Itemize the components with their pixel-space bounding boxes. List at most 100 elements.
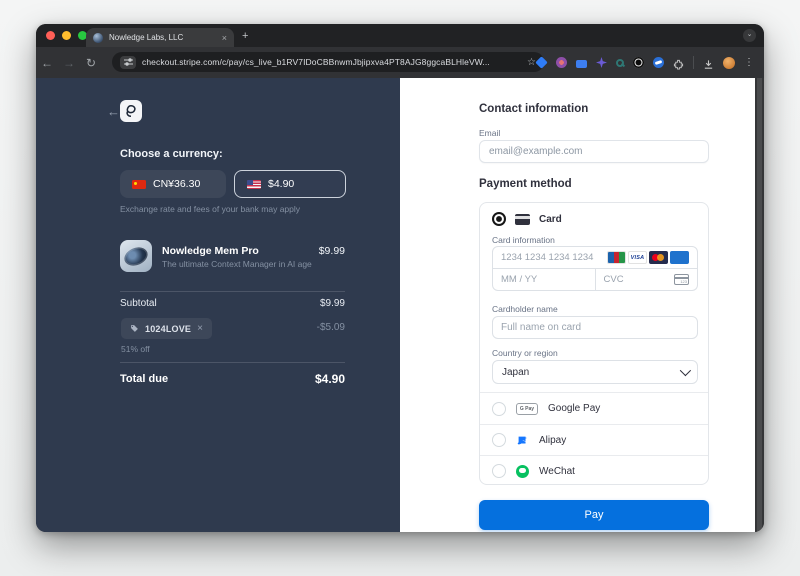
tab-title: Nowledge Labs, LLC: [109, 33, 184, 42]
minimize-window-button[interactable]: [62, 31, 71, 40]
extension-search-icon[interactable]: [616, 58, 624, 67]
wechat-option-row[interactable]: WeChat: [480, 455, 708, 486]
cvc-field[interactable]: CVC: [594, 268, 698, 290]
expiry-field[interactable]: MM / YY: [493, 268, 595, 290]
site-settings-icon[interactable]: [120, 55, 136, 69]
product-icon: [120, 240, 152, 272]
chevron-down-icon: [679, 364, 692, 377]
extension-dark-circle-icon[interactable]: [633, 57, 644, 68]
traffic-lights: [46, 31, 87, 40]
coupon-discount-value: -$5.09: [316, 322, 345, 333]
tab-favicon-icon: [93, 32, 103, 43]
email-label: Email: [479, 128, 501, 138]
wechat-radio[interactable]: [492, 464, 506, 478]
payment-form-panel: Contact information Email Payment method…: [400, 78, 755, 532]
jcb-brand-icon: [607, 251, 626, 264]
toolbar-divider: [693, 56, 694, 69]
browser-toolbar: ← → ↻ checkout.stripe.com/c/pay/cs_live_…: [36, 47, 764, 78]
us-flag-icon: [247, 179, 261, 189]
currency-cny-label: CN¥36.30: [153, 178, 201, 190]
product-name: Nowledge Mem Pro: [162, 245, 259, 257]
page-scrollbar[interactable]: [755, 78, 764, 532]
currency-usd-label: $4.90: [268, 178, 295, 190]
extension-globe-icon[interactable]: [653, 57, 664, 68]
card-radio-selected[interactable]: [492, 212, 506, 226]
card-option-label: Card: [539, 213, 562, 225]
email-input[interactable]: [479, 140, 709, 163]
address-bar[interactable]: checkout.stripe.com/c/pay/cs_live_b1RV7I…: [112, 52, 544, 72]
tag-icon: [131, 325, 138, 332]
total-due-value: $4.90: [314, 372, 345, 386]
forward-button[interactable]: →: [58, 56, 80, 70]
google-pay-option-row[interactable]: G Pay Google Pay: [480, 392, 708, 424]
back-button[interactable]: ←: [36, 56, 58, 70]
payment-method-heading: Payment method: [479, 178, 572, 190]
google-pay-icon: G Pay: [516, 402, 538, 415]
extensions-row: ⋮: [535, 47, 754, 78]
card-number-placeholder: 1234 1234 1234 1234: [501, 252, 594, 263]
cardholder-name-label: Cardholder name: [492, 304, 558, 314]
visa-brand-icon: VISA: [628, 251, 647, 264]
mastercard-brand-icon: [649, 251, 668, 264]
alipay-label: Alipay: [539, 434, 567, 446]
new-tab-button[interactable]: +: [242, 30, 248, 42]
back-to-merchant-button[interactable]: ←: [107, 104, 120, 119]
coupon-code: 1024LOVE: [145, 323, 192, 334]
subtotal-label: Subtotal: [120, 298, 157, 309]
currency-option-usd[interactable]: $4.90: [234, 170, 346, 198]
china-flag-icon: [132, 179, 146, 189]
checkout-page: ← Choose a currency: CN¥36.30 $4.90 Exch…: [36, 78, 764, 532]
extensions-puzzle-icon[interactable]: [673, 57, 684, 70]
card-number-field[interactable]: 1234 1234 1234 1234 VISA: [492, 246, 698, 269]
alipay-option-row[interactable]: Alipay: [480, 424, 708, 455]
total-due-label: Total due: [120, 373, 169, 385]
profile-avatar[interactable]: [723, 56, 735, 69]
reload-button[interactable]: ↻: [80, 56, 102, 70]
extension-flower-icon[interactable]: [556, 57, 567, 68]
card-icon: [515, 213, 530, 225]
alipay-radio[interactable]: [492, 433, 506, 447]
wechat-icon: [516, 464, 529, 478]
alipay-icon: [517, 436, 527, 444]
cvc-placeholder: CVC: [603, 273, 624, 285]
country-select[interactable]: Japan: [492, 360, 698, 384]
country-label: Country or region: [492, 348, 558, 358]
google-pay-radio[interactable]: [492, 401, 506, 416]
payment-method-accordion: Card Card information 1234 1234 1234 123…: [479, 202, 709, 485]
product-price: $9.99: [318, 245, 345, 257]
coupon-chip[interactable]: 1024LOVE ×: [121, 318, 212, 339]
pay-button[interactable]: Pay: [479, 500, 709, 530]
extension-spark-icon[interactable]: [596, 57, 607, 68]
order-summary-panel: ← Choose a currency: CN¥36.30 $4.90 Exch…: [36, 78, 400, 532]
expiry-cvc-row: MM / YY CVC: [492, 268, 698, 291]
extension-rectangle-icon[interactable]: [576, 59, 587, 68]
card-information-label: Card information: [492, 235, 555, 245]
browser-menu-icon[interactable]: ⋮: [744, 57, 754, 68]
subtotal-value: $9.99: [319, 298, 345, 309]
card-option-row[interactable]: Card: [492, 212, 562, 226]
browser-window: Nowledge Labs, LLC × + ⌄ ← → ↻ checkout.…: [36, 24, 764, 532]
exchange-rate-note: Exchange rate and fees of your bank may …: [120, 204, 301, 214]
cardholder-name-input[interactable]: [492, 316, 698, 339]
downloads-icon[interactable]: [703, 57, 714, 69]
remove-coupon-icon[interactable]: ×: [197, 323, 203, 334]
coupon-percent-note: 51% off: [121, 344, 150, 354]
close-window-button[interactable]: [46, 31, 55, 40]
url-text: checkout.stripe.com/c/pay/cs_live_b1RV7I…: [142, 57, 490, 67]
google-pay-label: Google Pay: [548, 403, 601, 414]
cvc-card-icon: [674, 273, 689, 285]
summary-divider: [120, 291, 345, 292]
extension-diamond-icon[interactable]: [535, 56, 548, 69]
tab-close-icon[interactable]: ×: [222, 33, 227, 43]
summary-divider-2: [120, 362, 345, 363]
country-value: Japan: [502, 366, 530, 378]
wechat-label: WeChat: [539, 465, 575, 477]
product-description: The ultimate Context Manager in AI age: [162, 259, 312, 269]
choose-currency-label: Choose a currency:: [120, 148, 223, 160]
merchant-logo: [120, 100, 142, 122]
product-swirl-graphic: [121, 243, 151, 269]
expiry-placeholder: MM / YY: [501, 273, 538, 285]
browser-tab[interactable]: Nowledge Labs, LLC ×: [86, 28, 234, 47]
currency-option-cny[interactable]: CN¥36.30: [120, 170, 226, 198]
tab-search-chevron-icon[interactable]: ⌄: [743, 29, 756, 42]
